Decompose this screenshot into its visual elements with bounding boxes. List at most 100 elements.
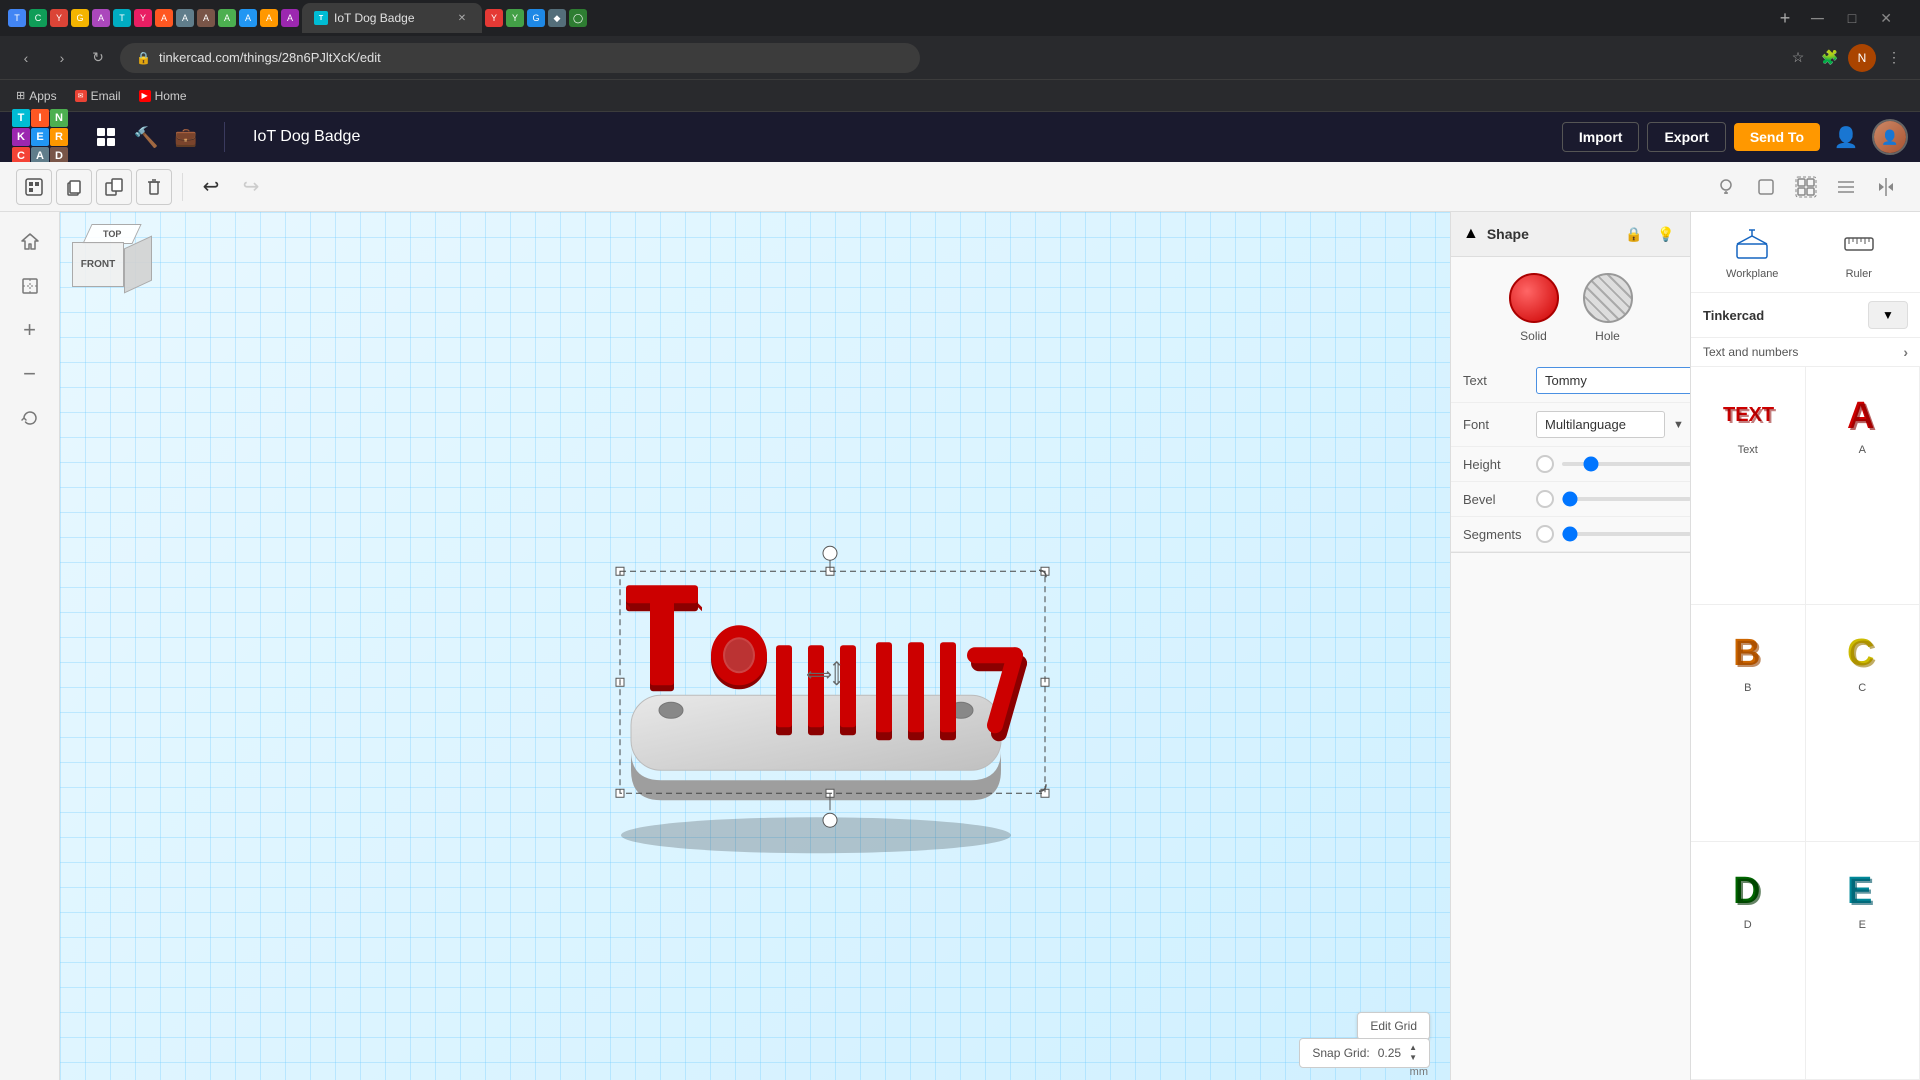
height-slider-thumb[interactable] <box>1536 455 1554 473</box>
a-shape-thumbnail: A A <box>1832 383 1892 438</box>
tab-favicon-7[interactable]: Y <box>134 9 152 27</box>
workplane-tool[interactable]: Workplane <box>1703 220 1802 284</box>
text-input[interactable] <box>1536 367 1690 394</box>
d-shape-item[interactable]: D D D <box>1691 842 1806 1080</box>
redo-button[interactable]: ↪ <box>233 169 269 205</box>
active-tab[interactable]: T IoT Dog Badge ✕ <box>302 3 482 33</box>
back-button[interactable]: ‹ <box>12 44 40 72</box>
home-view-button[interactable] <box>12 224 48 260</box>
tab-favicon-3[interactable]: Y <box>50 9 68 27</box>
star-button[interactable]: ☆ <box>1784 44 1812 72</box>
user-avatar[interactable]: 👤 <box>1872 119 1908 155</box>
subcategory-selector[interactable]: Text and numbers › <box>1691 338 1920 367</box>
snap-grid-stepper[interactable]: ▲ ▼ <box>1409 1043 1417 1063</box>
hole-option[interactable]: Hole <box>1583 273 1633 343</box>
extensions-button[interactable]: 🧩 <box>1816 44 1844 72</box>
segments-slider-thumb[interactable] <box>1536 525 1554 543</box>
tab-favicon-12[interactable]: A <box>239 9 257 27</box>
copy-button[interactable] <box>56 169 92 205</box>
settings-button[interactable]: ⋮ <box>1880 44 1908 72</box>
send-to-button[interactable]: Send To <box>1734 123 1820 151</box>
group-button[interactable] <box>1788 169 1824 205</box>
a-shape-item[interactable]: A A A <box>1806 367 1920 605</box>
tab-favicon-15[interactable]: Y <box>485 9 503 27</box>
align-button[interactable] <box>1828 169 1864 205</box>
c-shape-item[interactable]: C C C <box>1806 605 1920 843</box>
export-button[interactable]: Export <box>1647 122 1725 152</box>
collapse-arrow[interactable]: ▲ <box>1463 225 1479 243</box>
grid-view-button[interactable] <box>88 119 124 155</box>
b-shape-item[interactable]: B B B <box>1691 605 1806 843</box>
height-slider[interactable] <box>1562 462 1690 466</box>
lock-icon[interactable]: 🔒 <box>1622 222 1646 246</box>
duplicate-button[interactable] <box>96 169 132 205</box>
font-label: Font <box>1463 417 1528 432</box>
tab-favicon-6[interactable]: T <box>113 9 131 27</box>
zoom-out-button[interactable]: − <box>12 356 48 392</box>
bevel-slider[interactable] <box>1562 497 1690 501</box>
tab-favicon-13[interactable]: A <box>260 9 278 27</box>
zoom-in-button[interactable]: + <box>12 312 48 348</box>
tab-favicon-4[interactable]: G <box>71 9 89 27</box>
refresh-button[interactable]: ↻ <box>84 44 112 72</box>
forward-button[interactable]: › <box>48 44 76 72</box>
tab-favicon-14[interactable]: A <box>281 9 299 27</box>
close-button[interactable]: ✕ <box>1872 10 1900 27</box>
fit-all-button[interactable] <box>12 268 48 304</box>
new-shape-button[interactable] <box>16 169 52 205</box>
profile-button[interactable]: N <box>1848 44 1876 72</box>
tab-favicon-19[interactable]: ◯ <box>569 9 587 27</box>
shape-outline-button[interactable] <box>1748 169 1784 205</box>
segments-slider[interactable] <box>1562 532 1690 536</box>
bookmark-apps[interactable]: ⊞ Apps <box>8 84 65 108</box>
add-user-button[interactable]: 👤 <box>1828 119 1864 155</box>
tab-favicon-16[interactable]: Y <box>506 9 524 27</box>
url-bar[interactable]: 🔒 tinkercad.com/things/28n6PJltXcK/edit <box>120 43 920 73</box>
group-icon <box>1795 176 1817 198</box>
bevel-slider-thumb[interactable] <box>1536 490 1554 508</box>
cube-3d[interactable]: TOP FRONT <box>72 224 152 304</box>
briefcase-button[interactable]: 💼 <box>168 119 204 155</box>
solid-option[interactable]: Solid <box>1509 273 1559 343</box>
bookmark-home[interactable]: ▶ Home <box>131 84 195 108</box>
import-button[interactable]: Import <box>1562 122 1640 152</box>
e-shape-item[interactable]: E E E <box>1806 842 1920 1080</box>
tinkercad-logo[interactable]: T I N K E R C A D <box>12 109 68 165</box>
text-shape-item[interactable]: TEXT TEXT Text <box>1691 367 1806 605</box>
category-dropdown[interactable]: ▼ <box>1868 301 1908 329</box>
light-bulb-button[interactable] <box>1708 169 1744 205</box>
new-tab-button[interactable]: + <box>1771 4 1799 32</box>
cube-front-face[interactable]: FRONT <box>72 242 124 287</box>
tab-favicon-8[interactable]: A <box>155 9 173 27</box>
tab-favicon-5[interactable]: A <box>92 9 110 27</box>
cube-top-face[interactable]: TOP <box>82 224 141 244</box>
rotate-button[interactable] <box>12 400 48 436</box>
svg-text:B: B <box>1735 634 1762 673</box>
browser-chrome: T C Y G A T Y A A A A A A A T IoT Dog Ba… <box>0 0 1920 112</box>
tab-favicon-17[interactable]: G <box>527 9 545 27</box>
cube-right-face[interactable] <box>124 235 152 293</box>
tab-favicon-9[interactable]: A <box>176 9 194 27</box>
tab-close-btn[interactable]: ✕ <box>454 10 470 26</box>
rotate-icon <box>19 407 41 429</box>
shape-type-options: Solid Hole <box>1451 257 1690 359</box>
font-select[interactable]: Multilanguage Arial Times New Roman <box>1536 411 1665 438</box>
view-cube[interactable]: TOP FRONT <box>72 224 162 334</box>
mirror-button[interactable] <box>1868 169 1904 205</box>
hammer-button[interactable]: 🔨 <box>128 119 164 155</box>
tab-favicon-2[interactable]: C <box>29 9 47 27</box>
tab-favicon-1[interactable]: T <box>8 9 26 27</box>
viewport[interactable]: TOP FRONT <box>60 212 1450 1080</box>
tab-favicon-11[interactable]: A <box>218 9 236 27</box>
tab-favicon-10[interactable]: A <box>197 9 215 27</box>
ruler-tool[interactable]: Ruler <box>1810 220 1909 284</box>
3d-model[interactable]: ⟺ ⟺ <box>531 525 1091 870</box>
lightbulb-icon[interactable]: 💡 <box>1654 222 1678 246</box>
edit-grid-button[interactable]: Edit Grid <box>1357 1012 1430 1040</box>
bookmark-email[interactable]: ✉ Email <box>67 84 129 108</box>
maximize-button[interactable]: □ <box>1840 10 1864 26</box>
delete-button[interactable] <box>136 169 172 205</box>
minimize-button[interactable]: ─ <box>1803 8 1832 29</box>
undo-button[interactable]: ↩ <box>193 169 229 205</box>
tab-favicon-18[interactable]: ◆ <box>548 9 566 27</box>
